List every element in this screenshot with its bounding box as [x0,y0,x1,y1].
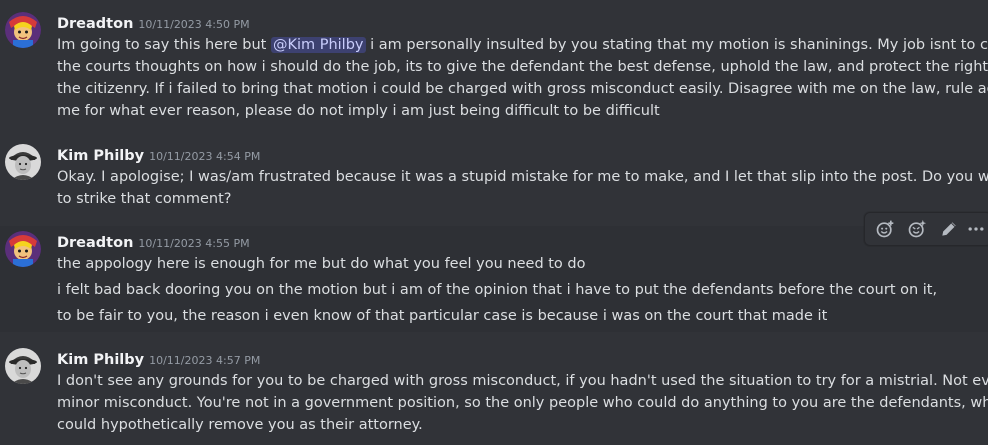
add-reaction-icon [876,220,894,238]
chat-messages: Dreadton 10/11/2023 4:50 PM Im going to s… [0,0,988,445]
dreadton-avatar-image [5,231,41,267]
kim-philby-avatar-image [5,348,41,384]
super-reaction-icon [908,219,927,238]
message-line: to be fair to you, the reason i even kno… [57,308,828,324]
super-reaction-button[interactable] [901,213,933,245]
message-kim-philby-2[interactable]: Kim Philby 10/11/2023 4:57 PM I don't see… [0,348,988,436]
avatar[interactable] [5,348,41,384]
message-line: I don't see any grounds for you to be ch… [57,373,988,389]
message-line: the appology here is enough for me but d… [57,256,586,272]
message-dreadton-2[interactable]: Dreadton 10/11/2023 4:55 PM the appology … [0,226,988,332]
message-line: me for what ever reason, please do not i… [57,103,660,119]
message-kim-philby-1[interactable]: Kim Philby 10/11/2023 4:54 PM Okay. I apo… [0,144,988,210]
message-dreadton-1[interactable]: Dreadton 10/11/2023 4:50 PM Im going to s… [0,12,988,122]
avatar[interactable] [5,231,41,267]
message-line: could hypothetically remove you as their… [57,417,423,433]
more-options-icon [968,227,984,231]
more-options-button[interactable] [965,213,987,245]
message-header: Kim Philby 10/11/2023 4:57 PM [57,348,978,370]
message-header: Dreadton 10/11/2023 4:55 PM [57,231,978,253]
timestamp: 10/11/2023 4:50 PM [138,18,250,31]
timestamp: 10/11/2023 4:57 PM [149,354,261,367]
username[interactable]: Dreadton [57,235,133,251]
kim-philby-avatar-image [5,144,41,180]
message-line: Okay. I apologise; I was/am frustrated b… [57,169,988,185]
timestamp: 10/11/2023 4:55 PM [138,237,250,250]
add-reaction-button[interactable] [869,213,901,245]
edit-message-button[interactable] [933,213,965,245]
user-mention[interactable]: @Kim Philby [270,37,366,53]
message-action-toolbar [864,212,988,246]
message-line: i felt bad back dooring you on the motio… [57,282,938,298]
avatar[interactable] [5,144,41,180]
message-line: the citizenry. If i failed to bring that… [57,81,988,97]
message-text: Im going to say this here but [57,37,271,53]
username[interactable]: Kim Philby [57,352,144,368]
timestamp: 10/11/2023 4:54 PM [149,150,261,163]
message-line: minor misconduct. You're not in a govern… [57,395,988,411]
message-header: Dreadton 10/11/2023 4:50 PM [57,12,978,34]
message-line: Im going to say this here but @Kim Philb… [57,34,988,56]
message-header: Kim Philby 10/11/2023 4:54 PM [57,144,978,166]
username[interactable]: Kim Philby [57,148,144,164]
message-text: i am personally insulted by you stating … [365,37,988,53]
edit-pencil-icon [942,222,956,236]
message-line: to strike that comment? [57,191,232,207]
message-line: the courts thoughts on how i should do t… [57,59,988,75]
avatar[interactable] [5,12,41,48]
dreadton-avatar-image [5,12,41,48]
username[interactable]: Dreadton [57,16,133,32]
